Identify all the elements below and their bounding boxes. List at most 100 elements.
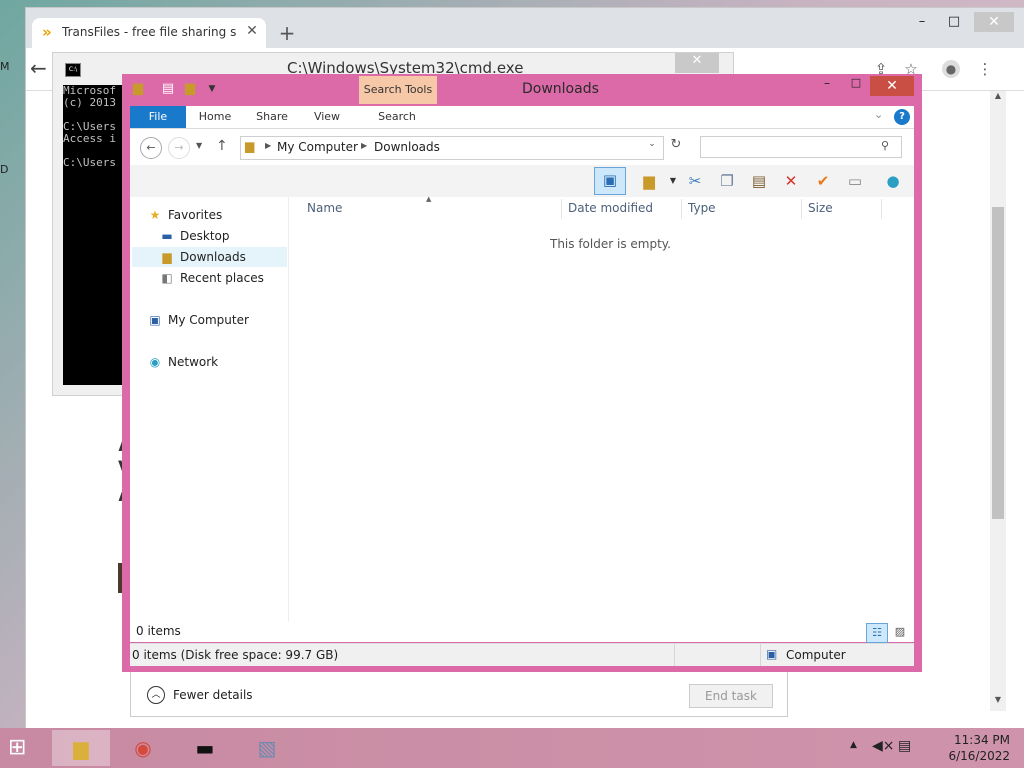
scrollbar-thumb[interactable] [992, 207, 1004, 519]
nav-desktop[interactable]: ▬ Desktop [158, 226, 278, 246]
scroll-down-arrow-icon[interactable]: ▼ [990, 695, 1006, 709]
properties-icon[interactable]: ▤ [160, 80, 176, 98]
network-globe-icon[interactable]: ● [880, 169, 906, 193]
end-task-button[interactable]: End task [689, 684, 773, 708]
explorer-content-area: ★ Favorites ▬ Desktop ▆ Downloads ◧ Recent p… [130, 195, 914, 641]
cmd-close-button[interactable]: ✕ [675, 53, 719, 73]
column-header-name[interactable]: Name [307, 201, 427, 217]
nav-favorites[interactable]: ★ Favorites [146, 205, 276, 225]
close-tab-icon[interactable]: ✕ [244, 23, 260, 41]
scroll-up-arrow-icon[interactable]: ▲ [990, 91, 1006, 105]
tab-home[interactable]: Home [192, 106, 238, 128]
tab-share[interactable]: Share [250, 106, 294, 128]
new-tab-button[interactable]: + [276, 22, 298, 44]
nav-downloads[interactable]: ▆ Downloads [132, 247, 287, 267]
system-clock[interactable]: 11:34 PM 6/16/2022 [934, 732, 1010, 764]
breadcrumb-separator-icon[interactable]: ▶ [265, 141, 271, 150]
breadcrumb-downloads[interactable]: Downloads [374, 140, 440, 156]
windows-start-icon[interactable]: ⊞ [8, 736, 38, 760]
customize-qat-chevron-icon[interactable]: ▼ [204, 80, 220, 98]
back-arrow-icon[interactable]: ← [30, 58, 52, 80]
explorer-title-bar: ▆ ▤ ▆ ▼ Search Tools Downloads – □ ✕ [122, 74, 922, 104]
clock-time: 11:34 PM [954, 733, 1010, 747]
zone-status: Computer [786, 648, 846, 662]
cut-icon[interactable]: ✂ [682, 169, 708, 193]
help-icon[interactable]: ? [894, 109, 910, 125]
up-arrow-icon[interactable]: ↑ [216, 138, 228, 154]
column-header-date-modified[interactable]: Date modified [568, 201, 678, 217]
nav-label: Downloads [180, 250, 246, 264]
navigation-bar: ← → ▼ ↑ ▆ ▶ My Computer ▶ Downloads ⌄ ↻ … [130, 129, 914, 165]
recent-places-icon: ◧ [161, 271, 173, 285]
large-icons-view-icon[interactable]: ▨ [890, 623, 910, 641]
transfiles-logo-icon: » [42, 23, 52, 41]
recent-locations-chevron-icon[interactable]: ▼ [196, 141, 202, 150]
tab-view[interactable]: View [306, 106, 348, 128]
tab-file[interactable]: File [130, 106, 186, 128]
column-header-type[interactable]: Type [688, 201, 768, 217]
paste-icon[interactable]: ▤ [746, 169, 772, 193]
profile-avatar-icon[interactable]: ● [942, 60, 960, 78]
breadcrumb-separator-icon[interactable]: ▶ [361, 141, 367, 150]
chrome-minimize-button[interactable]: – [906, 12, 938, 32]
forward-arrow-icon[interactable]: → [168, 137, 190, 159]
resource-monitor-icon[interactable]: ▧ [238, 730, 296, 766]
breadcrumb-my-computer[interactable]: My Computer [277, 140, 358, 156]
file-explorer-icon[interactable]: ▆ [52, 730, 110, 766]
volume-muted-icon[interactable]: ◀× [872, 738, 895, 756]
new-folder-icon[interactable]: ▆ [182, 80, 198, 98]
show-hidden-icons-chevron-icon[interactable]: ▲ [850, 740, 862, 754]
nav-label: Recent places [180, 271, 264, 285]
file-explorer-window: ▆ ▤ ▆ ▼ Search Tools Downloads – □ ✕ Fil… [122, 74, 922, 672]
computer-icon: ▣ [149, 313, 161, 327]
chrome-close-button[interactable]: ✕ [974, 12, 1014, 32]
rename-check-icon[interactable]: ✔ [810, 169, 836, 193]
nav-label: My Computer [168, 313, 249, 327]
desktop-icon: ▬ [161, 229, 173, 243]
chevron-up-icon[interactable]: ︿ [147, 686, 165, 704]
column-divider[interactable] [881, 199, 882, 219]
page-scrollbar[interactable]: ▲ ▼ [990, 91, 1006, 711]
command-toolbar: ▣ ▆ ▼ ✂ ❐ ▤ ✕ ✔ ▭ ● [130, 165, 914, 197]
column-header-size[interactable]: Size [808, 201, 868, 217]
back-arrow-icon[interactable]: ← [140, 137, 162, 159]
chrome-tab-strip: » TransFiles - free file sharing servi ✕… [26, 8, 1024, 48]
chrome-icon[interactable]: ◉ [114, 730, 172, 766]
cmd-icon[interactable]: ▬ [176, 730, 234, 766]
select-all-icon[interactable]: ▭ [842, 169, 868, 193]
search-tools-contextual-tab: Search Tools [359, 76, 437, 104]
column-divider[interactable] [561, 199, 562, 219]
star-icon: ★ [149, 208, 161, 222]
explorer-minimize-button[interactable]: – [815, 76, 839, 94]
tab-title: TransFiles - free file sharing servi [62, 25, 237, 39]
nav-recent-places[interactable]: ◧ Recent places [158, 268, 278, 288]
explorer-maximize-button[interactable]: □ [844, 76, 868, 94]
properties-folder-icon[interactable]: ▆ [636, 169, 662, 193]
item-count: 0 items [136, 624, 181, 638]
explorer-close-button[interactable]: ✕ [870, 76, 914, 96]
network-status-icon[interactable]: ▤ [898, 738, 916, 756]
browser-tab[interactable]: » TransFiles - free file sharing servi ✕ [32, 18, 266, 48]
search-icon: ⚲ [881, 139, 890, 152]
tab-search[interactable]: Search [368, 106, 426, 128]
nav-my-computer[interactable]: ▣ My Computer [146, 310, 276, 330]
chrome-menu-icon[interactable]: ⋮ [976, 60, 994, 78]
nav-network[interactable]: ◉ Network [146, 352, 276, 372]
address-dropdown-chevron-icon[interactable]: ⌄ [645, 139, 659, 155]
column-divider[interactable] [681, 199, 682, 219]
refresh-icon[interactable]: ↻ [666, 137, 686, 157]
chevron-down-icon[interactable]: ⌄ [874, 108, 888, 124]
fewer-details-link[interactable]: Fewer details [173, 688, 293, 704]
column-divider[interactable] [801, 199, 802, 219]
delete-icon[interactable]: ✕ [778, 169, 804, 193]
search-input[interactable]: ⚲ [700, 136, 902, 158]
desktop-icon-label-fragment: M [0, 60, 10, 73]
details-view-icon[interactable]: ☷ [866, 623, 888, 643]
preview-pane-icon[interactable]: ▣ [594, 167, 626, 195]
folder-icon: ▆ [133, 81, 143, 96]
chrome-maximize-button[interactable]: □ [938, 12, 970, 32]
status-bar: 0 items (Disk free space: 99.7 GB) ▣ Com… [130, 643, 914, 666]
network-icon: ◉ [149, 355, 161, 369]
address-breadcrumb[interactable]: ▆ ▶ My Computer ▶ Downloads ⌄ [240, 136, 664, 160]
copy-icon[interactable]: ❐ [714, 169, 740, 193]
